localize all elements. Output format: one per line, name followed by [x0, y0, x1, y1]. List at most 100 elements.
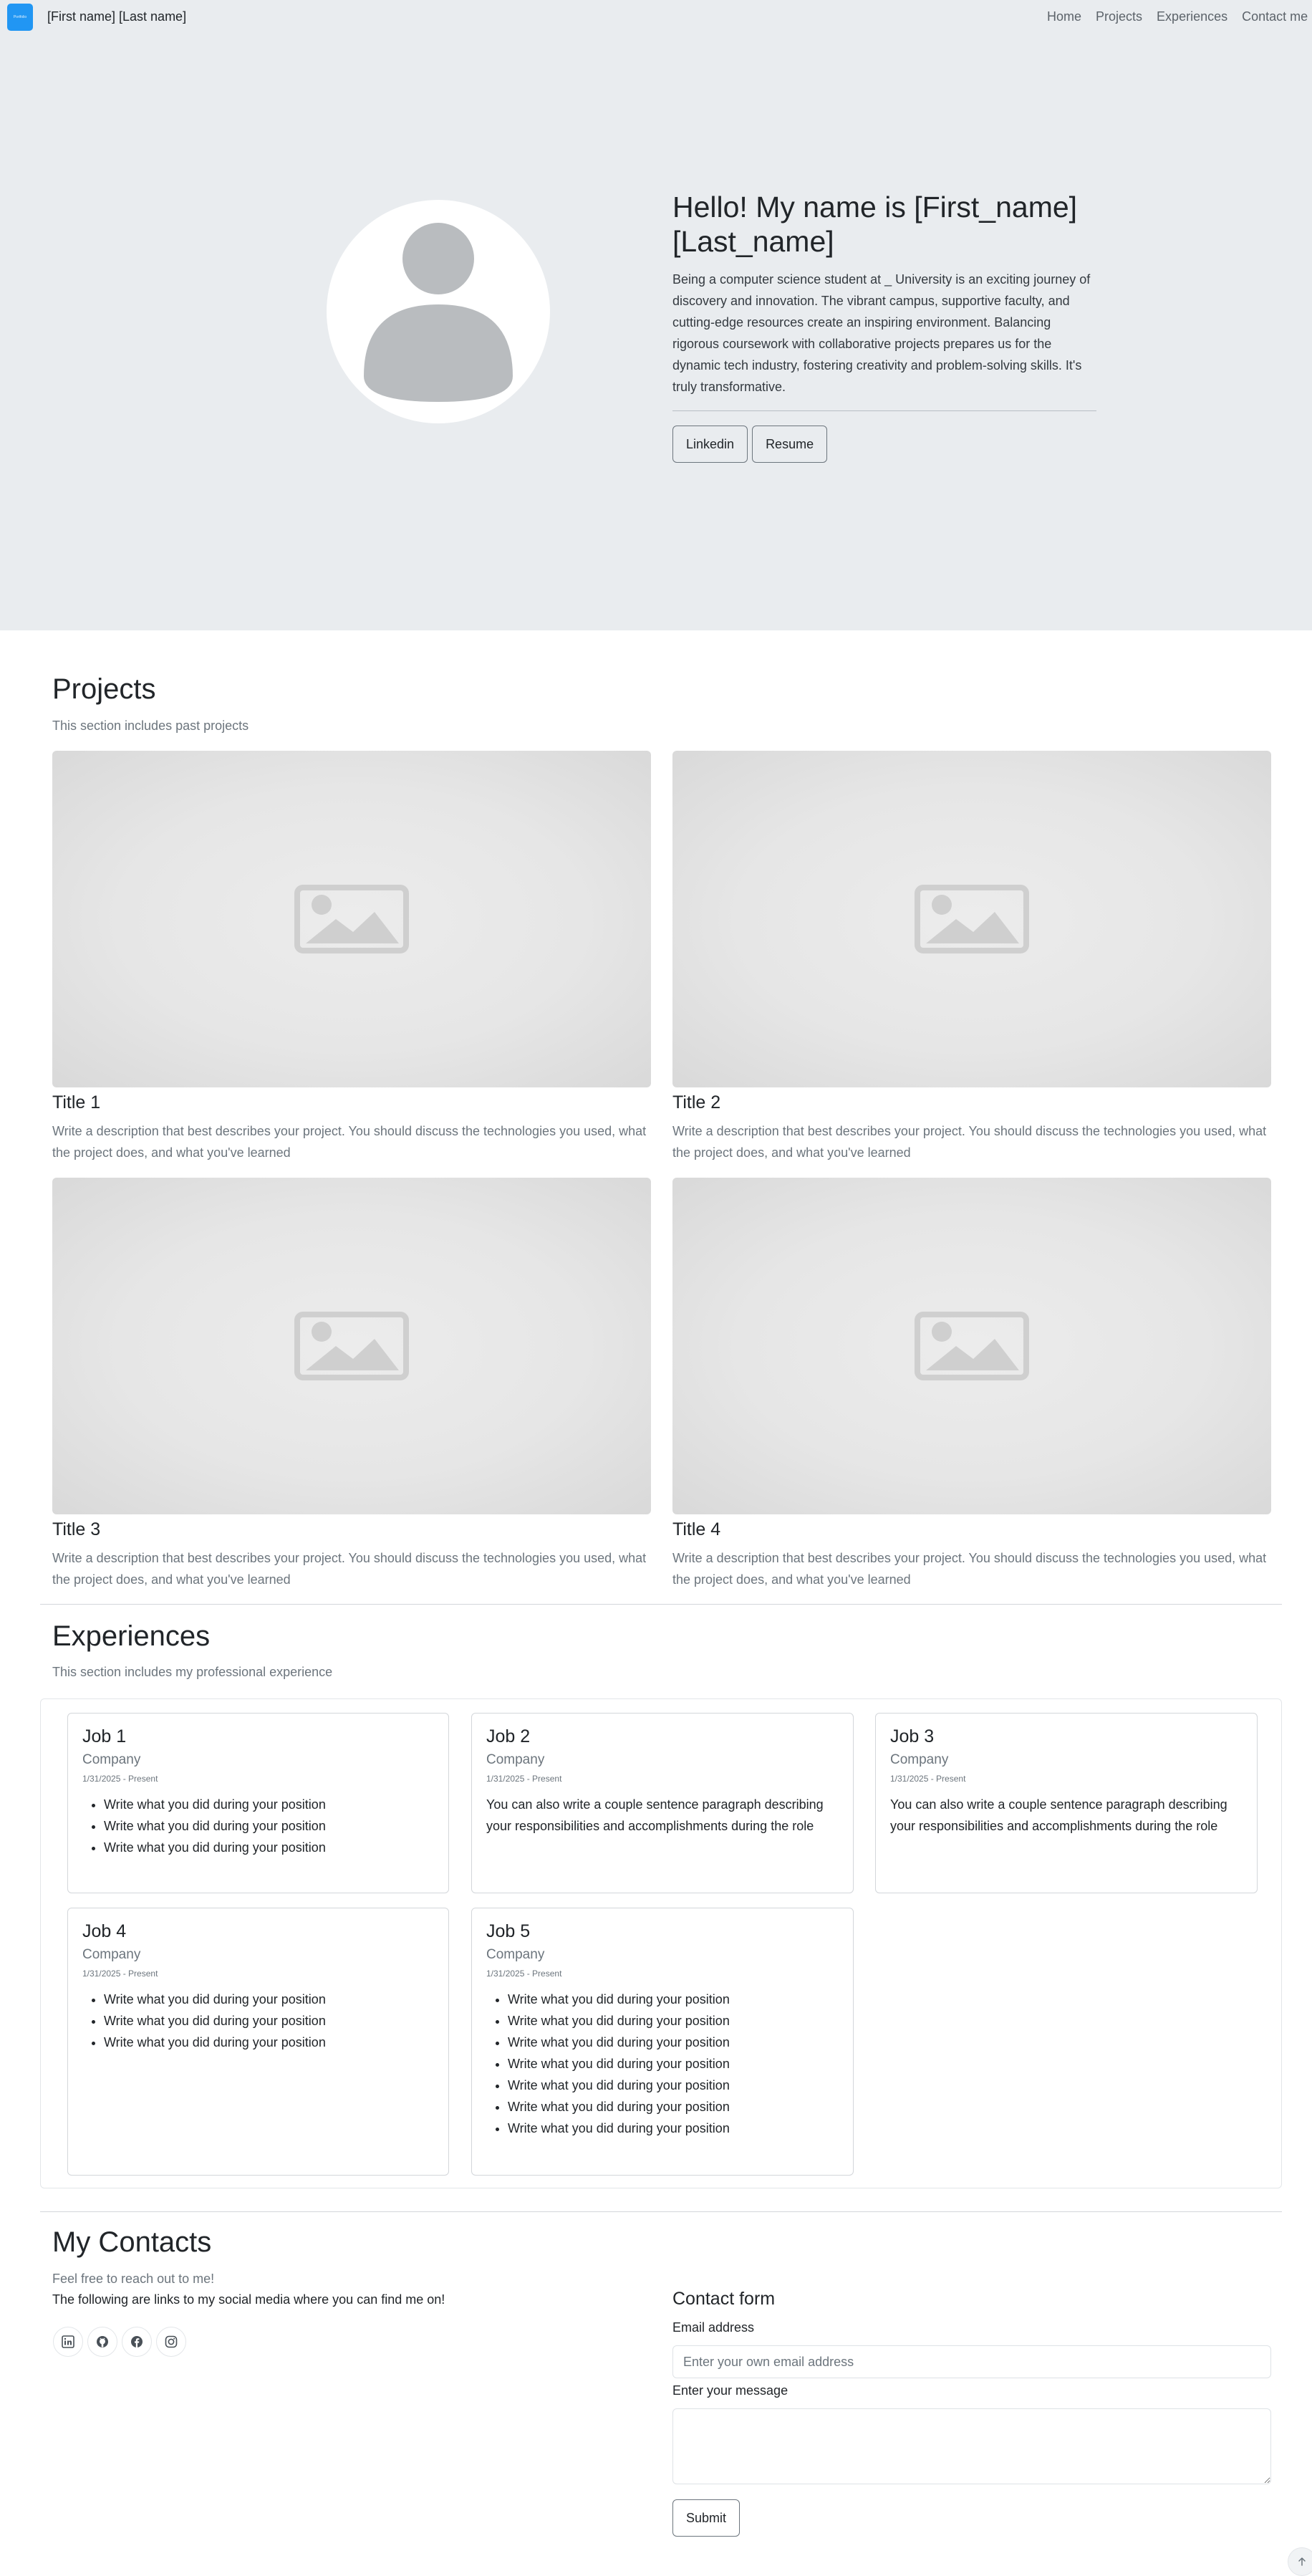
job-company: Company	[486, 1752, 545, 1767]
contact-form-heading: Contact form	[672, 2289, 776, 2309]
job-bullet: Write what you did during your position	[508, 2118, 730, 2139]
job-bullet: Write what you did during your position	[104, 2010, 326, 2032]
project-description-4: Write a description that best describes …	[672, 1551, 1267, 1587]
job-bullet: Write what you did during your position	[508, 2010, 730, 2032]
experiences-subtitle: This section includes my professional ex…	[52, 1665, 333, 1679]
project-title-4: Title 4	[672, 1519, 721, 1539]
facebook-icon	[131, 2336, 143, 2347]
job-company: Company	[890, 1752, 949, 1767]
hero-text: Hello! My name is [First_name] [Last_nam…	[672, 190, 1096, 463]
brand-logo[interactable]: Portfolio	[7, 4, 33, 31]
arrow-up-icon	[1298, 2557, 1306, 2566]
project-image-3[interactable]	[52, 1178, 651, 1514]
image-placeholder-icon	[915, 885, 1029, 953]
job-bullets: Write what you did during your position …	[486, 1989, 730, 2139]
nav-link-home[interactable]: Home	[1047, 9, 1081, 24]
section-divider	[40, 2211, 1282, 2212]
nav-links: Home Projects Experiences Contact me	[1047, 9, 1312, 24]
social-media-text: The following are links to my social med…	[52, 2292, 445, 2307]
instagram-icon	[165, 2335, 178, 2348]
job-company: Company	[486, 1947, 545, 1962]
project-description-2: Write a description that best describes …	[672, 1124, 1267, 1160]
project-title-2: Title 2	[672, 1092, 721, 1112]
resume-button[interactable]: Resume	[752, 426, 828, 463]
section-divider	[40, 1604, 1282, 1605]
image-placeholder-icon	[294, 1312, 409, 1380]
image-placeholder-icon	[915, 1312, 1029, 1380]
social-icons	[53, 2327, 186, 2357]
projects-subtitle: This section includes past projects	[52, 719, 249, 733]
brand-name[interactable]: [First name] [Last name]	[47, 9, 186, 24]
back-to-top-button[interactable]	[1288, 2547, 1312, 2576]
job-date: 1/31/2025 - Present	[82, 1969, 158, 1979]
job-bullet: Write what you did during your position	[508, 2053, 730, 2075]
job-title: Job 4	[82, 1921, 127, 1941]
brand-logo-text: Portfolio	[13, 15, 27, 19]
job-bullet: Write what you did during your position	[104, 1815, 326, 1837]
job-date: 1/31/2025 - Present	[486, 1969, 562, 1979]
user-silhouette-icon	[364, 223, 513, 402]
job-title: Job 2	[486, 1726, 531, 1746]
job-title: Job 3	[890, 1726, 935, 1746]
job-bullet: Write what you did during your position	[508, 2075, 730, 2096]
job-card: Job 5 Company 1/31/2025 - Present Write …	[471, 1908, 854, 2176]
job-card: Job 3 Company 1/31/2025 - Present You ca…	[875, 1713, 1258, 1893]
hero-description: Being a computer science student at _ Un…	[672, 272, 1091, 394]
job-company: Company	[82, 1752, 141, 1767]
github-icon	[97, 2336, 108, 2347]
linkedin-link[interactable]	[53, 2327, 83, 2357]
job-bullet: Write what you did during your position	[104, 1989, 326, 2010]
job-card: Job 1 Company 1/31/2025 - Present Write …	[67, 1713, 449, 1893]
job-bullet: Write what you did during your position	[104, 2032, 326, 2053]
job-company: Company	[82, 1947, 141, 1962]
experiences-title: Experiences	[52, 1620, 211, 1652]
job-date: 1/31/2025 - Present	[890, 1774, 966, 1784]
project-image-1[interactable]	[52, 751, 651, 1087]
experiences-container: Job 1 Company 1/31/2025 - Present Write …	[40, 1698, 1282, 2188]
job-date: 1/31/2025 - Present	[486, 1774, 562, 1784]
linkedin-icon	[62, 2335, 74, 2348]
nav-link-experiences[interactable]: Experiences	[1157, 9, 1227, 24]
projects-title: Projects	[52, 673, 156, 705]
contacts-title: My Contacts	[52, 2226, 212, 2258]
submit-button[interactable]: Submit	[672, 2499, 741, 2537]
linkedin-button[interactable]: Linkedin	[672, 426, 748, 463]
email-field[interactable]	[672, 2345, 1271, 2378]
navbar: Portfolio [First name] [Last name] Home …	[0, 0, 1312, 34]
hero-divider	[672, 410, 1096, 411]
job-title: Job 1	[82, 1726, 127, 1746]
project-image-2[interactable]	[672, 751, 1271, 1087]
hero-buttons: Linkedin Resume	[672, 426, 1096, 463]
job-bullet: Write what you did during your position	[104, 1794, 326, 1815]
project-description-1: Write a description that best describes …	[52, 1124, 647, 1160]
image-placeholder-icon	[294, 885, 409, 953]
job-paragraph: You can also write a couple sentence par…	[486, 1797, 824, 1833]
avatar	[327, 200, 550, 423]
job-bullets: Write what you did during your position …	[82, 1989, 326, 2053]
job-title: Job 5	[486, 1921, 531, 1941]
email-label: Email address	[672, 2320, 755, 2335]
project-description-3: Write a description that best describes …	[52, 1551, 647, 1587]
hero-section: Hello! My name is [First_name] [Last_nam…	[0, 0, 1312, 630]
job-paragraph: You can also write a couple sentence par…	[890, 1797, 1227, 1833]
message-label: Enter your message	[672, 2383, 788, 2398]
job-bullets: Write what you did during your position …	[82, 1794, 326, 1858]
job-bullet: Write what you did during your position	[104, 1837, 326, 1858]
job-bullet: Write what you did during your position	[508, 1989, 730, 2010]
nav-link-projects[interactable]: Projects	[1096, 9, 1142, 24]
job-card: Job 4 Company 1/31/2025 - Present Write …	[67, 1908, 449, 2176]
instagram-link[interactable]	[156, 2327, 186, 2357]
job-date: 1/31/2025 - Present	[82, 1774, 158, 1784]
hero-title: Hello! My name is [First_name] [Last_nam…	[672, 191, 1078, 258]
job-bullet: Write what you did during your position	[508, 2096, 730, 2118]
job-card: Job 2 Company 1/31/2025 - Present You ca…	[471, 1713, 854, 1893]
message-field[interactable]	[672, 2408, 1271, 2484]
nav-link-contact[interactable]: Contact me	[1242, 9, 1308, 24]
contacts-subtitle: Feel free to reach out to me!	[52, 2272, 215, 2286]
project-title-1: Title 1	[52, 1092, 101, 1112]
job-bullet: Write what you did during your position	[508, 2032, 730, 2053]
project-title-3: Title 3	[52, 1519, 101, 1539]
project-image-4[interactable]	[672, 1178, 1271, 1514]
github-link[interactable]	[87, 2327, 117, 2357]
facebook-link[interactable]	[122, 2327, 152, 2357]
